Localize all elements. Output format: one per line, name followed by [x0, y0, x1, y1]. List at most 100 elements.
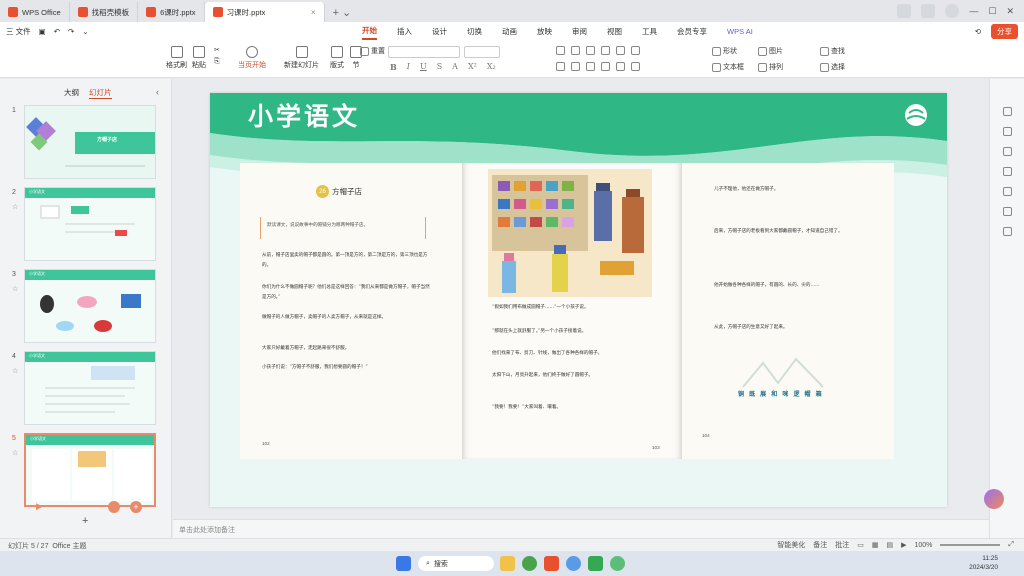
comment-icon[interactable]: [1003, 147, 1012, 156]
menu-tab-design[interactable]: 设计: [432, 22, 447, 40]
superscript-button[interactable]: X²: [468, 62, 477, 72]
tab-slides[interactable]: 幻灯片: [89, 87, 112, 99]
history-icon[interactable]: ⟲: [975, 27, 981, 36]
normal-view-icon[interactable]: ▭: [857, 541, 864, 549]
textbox-button[interactable]: 文本框: [712, 62, 744, 72]
share-icon[interactable]: [1003, 227, 1012, 236]
arrange-button[interactable]: 排列: [758, 62, 783, 72]
layout-icon[interactable]: [897, 4, 912, 18]
new-slide-plus-icon[interactable]: +: [82, 515, 88, 527]
indent-icon[interactable]: [586, 46, 595, 55]
menu-tab-home[interactable]: 开始: [362, 22, 377, 40]
new-slide-button[interactable]: 新建幻灯片: [284, 46, 319, 70]
tab-outline[interactable]: 大纲: [64, 87, 79, 99]
star-icon[interactable]: ☆: [12, 285, 18, 293]
settings-icon[interactable]: [1003, 207, 1012, 216]
italic-button[interactable]: I: [407, 62, 410, 72]
subscript-button[interactable]: X₂: [487, 62, 496, 72]
system-clock[interactable]: 11:25 2024/3/20: [969, 554, 998, 572]
tab-wps-office[interactable]: WPS Office: [0, 2, 70, 22]
font-size-select[interactable]: [464, 46, 500, 58]
bold-button[interactable]: B: [390, 62, 397, 72]
zoom-slider[interactable]: [940, 544, 1001, 546]
comment-toggle[interactable]: 批注: [835, 540, 849, 550]
sorter-view-icon[interactable]: ▦: [872, 541, 879, 549]
save-icon[interactable]: ▣: [39, 27, 46, 36]
font-family-select[interactable]: [388, 46, 460, 58]
minimize-icon[interactable]: —: [969, 6, 978, 16]
copy-icon[interactable]: ⎘: [214, 58, 220, 66]
line-spacing-icon[interactable]: [616, 46, 625, 55]
property-icon[interactable]: [1003, 107, 1012, 116]
skin-icon[interactable]: [921, 4, 936, 18]
browser-icon[interactable]: [566, 556, 581, 571]
select-button[interactable]: 选择: [820, 62, 845, 72]
file-menu[interactable]: 三 文件: [6, 26, 31, 37]
format-painter-button[interactable]: 格式刷: [166, 46, 187, 70]
notes-toggle[interactable]: 备注: [813, 540, 827, 550]
distribute-icon[interactable]: [616, 62, 625, 71]
reset-button[interactable]: 重置: [360, 46, 385, 56]
numbered-list-icon[interactable]: [571, 46, 580, 55]
star-icon[interactable]: ☆: [12, 367, 18, 375]
more-icon[interactable]: ⌄: [82, 27, 88, 36]
taskbar-search[interactable]: ⌕ 搜索: [418, 556, 494, 571]
paste-button[interactable]: 粘贴: [192, 46, 206, 70]
share-button[interactable]: 分享: [991, 23, 1018, 39]
layout-button[interactable]: 版式: [330, 46, 344, 70]
bullet-list-icon[interactable]: [556, 46, 565, 55]
picture-button[interactable]: 图片: [758, 46, 783, 56]
file-explorer-icon[interactable]: [500, 556, 515, 571]
menu-tab-animation[interactable]: 动画: [502, 22, 517, 40]
collapse-panel-icon[interactable]: ‹: [156, 87, 159, 97]
add-slide-icon[interactable]: +: [130, 501, 142, 513]
new-tab-button[interactable]: + ⌄: [325, 2, 360, 22]
chrome-icon[interactable]: [522, 556, 537, 571]
find-button[interactable]: 查找: [820, 46, 845, 56]
undo-icon[interactable]: ↶: [54, 27, 60, 36]
menu-tab-tools[interactable]: 工具: [642, 22, 657, 40]
reading-view-icon[interactable]: ▤: [886, 541, 893, 549]
slide-thumb-3[interactable]: 小学语文: [24, 269, 156, 343]
menu-tab-wps-ai[interactable]: WPS AI: [727, 22, 753, 40]
app-icon[interactable]: [588, 556, 603, 571]
cut-icon[interactable]: ✂: [214, 46, 220, 54]
slide-thumb-5[interactable]: 小学语文: [24, 433, 156, 507]
star-icon[interactable]: ☆: [12, 449, 18, 457]
slide-thumb-2[interactable]: 小学语文: [24, 187, 156, 261]
transition-icon[interactable]: [108, 501, 120, 513]
strikethrough-button[interactable]: S: [437, 62, 442, 72]
align-right-icon[interactable]: [586, 62, 595, 71]
justify-icon[interactable]: [601, 62, 610, 71]
underline-button[interactable]: U: [420, 62, 427, 72]
wps-taskbar-icon[interactable]: [544, 556, 559, 571]
outdent-icon[interactable]: [601, 46, 610, 55]
columns-icon[interactable]: [631, 62, 640, 71]
tab-template[interactable]: 找稻壳模板: [70, 2, 139, 22]
menu-tab-slideshow[interactable]: 放映: [537, 22, 552, 40]
align-left-icon[interactable]: [556, 62, 565, 71]
fit-icon[interactable]: ⤢: [1008, 541, 1014, 549]
menu-tab-insert[interactable]: 插入: [397, 22, 412, 40]
star-icon[interactable]: ☆: [12, 203, 18, 211]
close-icon[interactable]: ×: [311, 8, 316, 17]
menu-tab-view[interactable]: 视图: [607, 22, 622, 40]
maximize-icon[interactable]: ☐: [988, 6, 996, 17]
animation-icon[interactable]: [1003, 127, 1012, 136]
shape-fill-icon[interactable]: [1003, 167, 1012, 176]
tab-pptx-6[interactable]: 6课时.pptx: [138, 2, 205, 22]
menu-tab-member[interactable]: 会员专享: [677, 22, 707, 40]
shape-button[interactable]: 形状: [712, 46, 737, 56]
current-slide[interactable]: 小学语文 26 方帽子店 默读课文，说说故事中的帽铺分为哪两种帽子店。 从前，帽…: [210, 93, 947, 507]
close-window-icon[interactable]: ✕: [1006, 6, 1014, 17]
template-icon[interactable]: [1003, 187, 1012, 196]
slideshow-icon[interactable]: ▶: [901, 541, 906, 549]
start-icon[interactable]: [396, 556, 411, 571]
play-thumb-icon[interactable]: ▶: [36, 501, 43, 512]
ai-assistant-icon[interactable]: [984, 489, 1004, 509]
redo-icon[interactable]: ↷: [68, 27, 74, 36]
direction-icon[interactable]: [631, 46, 640, 55]
slide-thumb-4[interactable]: 小学语文: [24, 351, 156, 425]
menu-tab-review[interactable]: 审阅: [572, 22, 587, 40]
slide-thumb-1[interactable]: 方帽子店: [24, 105, 156, 179]
